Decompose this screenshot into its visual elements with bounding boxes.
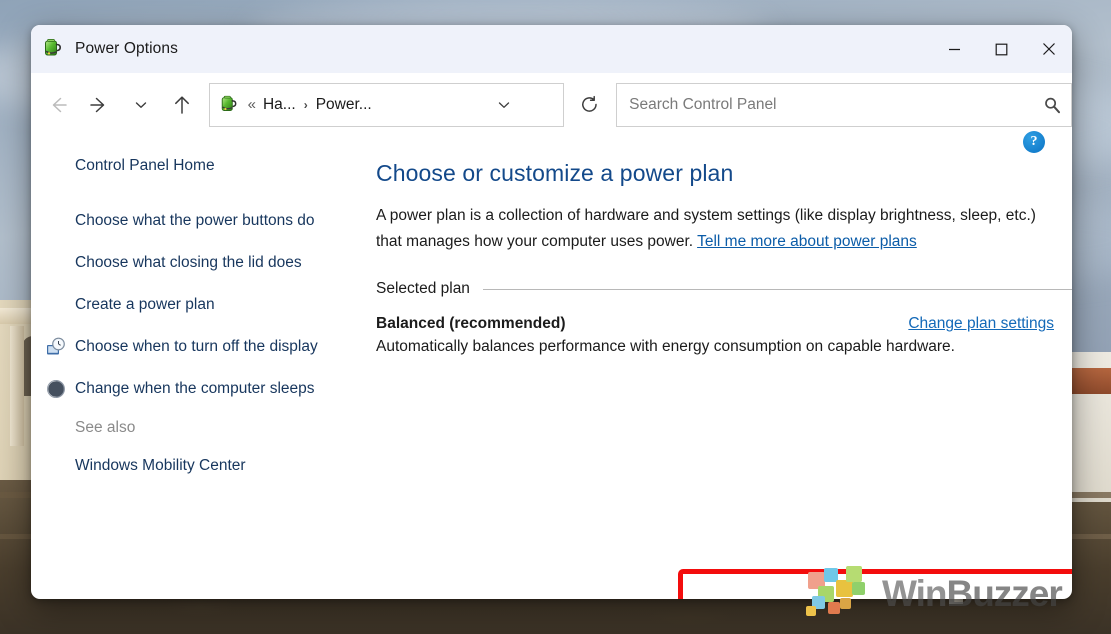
maximize-button[interactable]	[978, 25, 1025, 73]
sidebar-item-computer-sleeps[interactable]: Change when the computer sleeps	[31, 377, 346, 400]
up-arrow-icon	[171, 94, 193, 116]
search-input[interactable]	[629, 96, 1043, 114]
refresh-icon	[579, 94, 600, 115]
breadcrumb-item-hardware[interactable]: Ha...	[260, 94, 299, 116]
section-divider	[483, 289, 1072, 290]
highlight-annotation-box	[678, 569, 1072, 599]
main-content: ? Choose or customize a power plan A pow…	[346, 136, 1072, 599]
address-dropdown-button[interactable]	[489, 85, 519, 125]
sidebar-item-label: Choose when to turn off the display	[75, 335, 318, 358]
forward-button[interactable]	[78, 85, 119, 125]
navigation-toolbar: « Ha... › Power...	[31, 73, 1072, 136]
power-options-window: Power Options	[31, 25, 1072, 599]
sidebar-item-create-power-plan[interactable]: Create a power plan	[31, 293, 346, 316]
window-body: Control Panel Home Choose what the power…	[31, 136, 1072, 599]
sidebar-item-label: Change when the computer sleeps	[75, 377, 315, 400]
tell-me-more-link[interactable]: Tell me more about power plans	[697, 233, 917, 250]
selected-plan-section-header: Selected plan	[376, 280, 1072, 298]
sidebar-item-label: Control Panel Home	[75, 154, 215, 177]
help-icon[interactable]: ?	[1023, 131, 1045, 153]
up-button[interactable]	[161, 85, 202, 125]
selected-plan-label: Selected plan	[376, 280, 470, 298]
back-arrow-icon	[47, 94, 69, 116]
plan-name: Balanced (recommended)	[376, 315, 566, 333]
breadcrumb-overflow[interactable]: «	[248, 96, 256, 113]
close-button[interactable]	[1025, 25, 1072, 73]
minimize-button[interactable]	[931, 25, 978, 73]
page-description: A power plan is a collection of hardware…	[376, 203, 1052, 254]
window-titlebar[interactable]: Power Options	[31, 25, 1072, 73]
chevron-down-icon	[133, 97, 149, 113]
display-clock-icon	[46, 337, 66, 357]
plan-description: Automatically balances performance with …	[376, 334, 996, 360]
window-title: Power Options	[75, 40, 178, 58]
sidebar-item-turn-off-display[interactable]: Choose when to turn off the display	[31, 335, 346, 358]
see-also-label: See also	[31, 419, 346, 437]
change-plan-settings-link[interactable]: Change plan settings	[908, 315, 1054, 333]
search-box[interactable]	[616, 83, 1072, 127]
sidebar-item-label: Windows Mobility Center	[75, 454, 246, 477]
sidebar-item-windows-mobility-center[interactable]: Windows Mobility Center	[31, 454, 346, 477]
sidebar-item-label: Choose what the power buttons do	[75, 209, 315, 232]
sidebar: Control Panel Home Choose what the power…	[31, 136, 346, 599]
forward-arrow-icon	[88, 94, 110, 116]
sidebar-item-power-buttons[interactable]: Choose what the power buttons do	[31, 209, 346, 232]
back-button[interactable]	[37, 85, 78, 125]
address-bar[interactable]: « Ha... › Power...	[209, 83, 564, 127]
sidebar-item-closing-lid[interactable]: Choose what closing the lid does	[31, 251, 346, 274]
power-plan-icon	[219, 94, 241, 116]
sidebar-item-label: Create a power plan	[75, 293, 215, 316]
plan-row: Balanced (recommended) Change plan setti…	[376, 315, 1054, 333]
window-controls	[931, 25, 1072, 73]
power-plan-icon	[42, 37, 66, 61]
breadcrumb-separator: ›	[304, 98, 308, 112]
sidebar-item-control-panel-home[interactable]: Control Panel Home	[31, 154, 346, 177]
breadcrumb-item-power-options[interactable]: Power...	[313, 94, 375, 116]
search-icon[interactable]	[1043, 96, 1061, 114]
sleep-moon-icon	[46, 379, 66, 399]
refresh-button[interactable]	[568, 83, 611, 127]
recent-locations-button[interactable]	[120, 85, 161, 125]
sidebar-item-label: Choose what closing the lid does	[75, 251, 302, 274]
page-title: Choose or customize a power plan	[376, 160, 1072, 187]
chevron-down-icon	[496, 97, 512, 113]
